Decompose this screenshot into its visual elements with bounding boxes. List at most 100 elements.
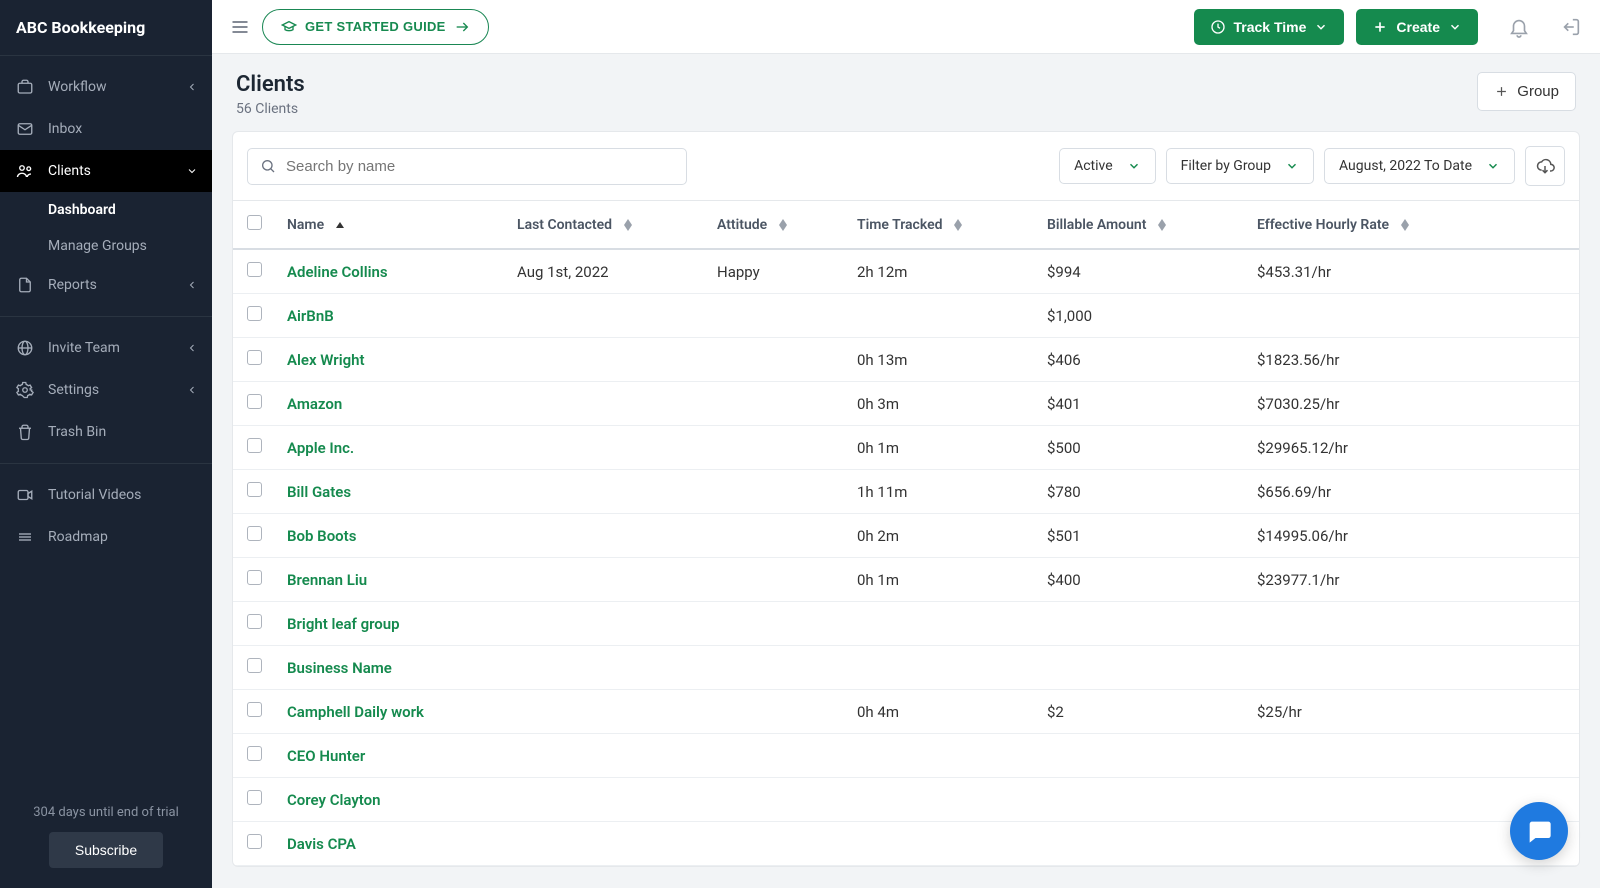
column-header-billable-amount[interactable]: Billable Amount: [1037, 201, 1247, 250]
table-row: Camphell Daily work0h 4m$2$25/hr: [233, 690, 1579, 734]
sidebar-item-roadmap[interactable]: Roadmap: [0, 516, 212, 558]
select-all-checkbox[interactable]: [247, 215, 262, 230]
cell-rate: $14995.06/hr: [1247, 514, 1579, 558]
cell-rate: [1247, 602, 1579, 646]
chat-fab[interactable]: [1510, 802, 1568, 860]
sidebar-item-invite-team[interactable]: Invite Team: [0, 327, 212, 369]
table-row: Brennan Liu0h 1m$400$23977.1/hr: [233, 558, 1579, 602]
row-checkbox[interactable]: [247, 614, 262, 629]
cell-last-contacted: [507, 734, 707, 778]
client-link[interactable]: Bob Boots: [287, 527, 356, 545]
cell-billable: $406: [1037, 338, 1247, 382]
sidebar-item-reports[interactable]: Reports: [0, 264, 212, 306]
client-link[interactable]: Amazon: [287, 395, 342, 413]
client-link[interactable]: Brennan Liu: [287, 571, 367, 589]
track-time-button[interactable]: Track Time: [1194, 9, 1345, 45]
subscribe-button[interactable]: Subscribe: [49, 832, 163, 868]
status-filter[interactable]: Active: [1059, 148, 1156, 184]
table-row: Corey Clayton: [233, 778, 1579, 822]
create-button[interactable]: Create: [1356, 9, 1478, 45]
table-row: AirBnB$1,000: [233, 294, 1579, 338]
sidebar-sub-manage-groups[interactable]: Manage Groups: [0, 228, 212, 264]
chevron-down-icon: [1448, 20, 1462, 34]
cell-attitude: [707, 778, 847, 822]
column-header-attitude[interactable]: Attitude: [707, 201, 847, 250]
table-row: Adeline CollinsAug 1st, 2022Happy2h 12m$…: [233, 249, 1579, 294]
sidebar-sub-dashboard[interactable]: Dashboard: [0, 192, 212, 228]
column-header-name[interactable]: Name: [277, 201, 507, 250]
cell-last-contacted: [507, 514, 707, 558]
mail-icon: [16, 120, 34, 138]
chevron-down-icon: [186, 165, 198, 177]
sidebar-item-clients[interactable]: Clients: [0, 150, 212, 192]
client-link[interactable]: Adeline Collins: [287, 263, 388, 281]
cell-rate: $23977.1/hr: [1247, 558, 1579, 602]
row-checkbox[interactable]: [247, 262, 262, 277]
row-checkbox[interactable]: [247, 790, 262, 805]
client-link[interactable]: Bill Gates: [287, 483, 351, 501]
row-checkbox[interactable]: [247, 306, 262, 321]
cell-attitude: [707, 558, 847, 602]
brand-title: ABC Bookkeeping: [0, 0, 212, 56]
sidebar-item-settings[interactable]: Settings: [0, 369, 212, 411]
client-link[interactable]: Davis CPA: [287, 835, 356, 853]
client-link[interactable]: CEO Hunter: [287, 747, 365, 765]
chevron-left-icon: [186, 81, 198, 93]
chevron-left-icon: [186, 279, 198, 291]
sidebar-item-label: Invite Team: [48, 340, 120, 356]
bell-icon[interactable]: [1508, 16, 1530, 38]
cell-attitude: [707, 470, 847, 514]
sidebar-item-trash-bin[interactable]: Trash Bin: [0, 411, 212, 453]
client-link[interactable]: Corey Clayton: [287, 791, 381, 809]
cell-time-tracked: 0h 1m: [847, 558, 1037, 602]
sidebar-item-label: Inbox: [48, 121, 82, 137]
column-header-time-tracked[interactable]: Time Tracked: [847, 201, 1037, 250]
column-header-last-contacted[interactable]: Last Contacted: [507, 201, 707, 250]
row-checkbox[interactable]: [247, 658, 262, 673]
briefcase-icon: [16, 78, 34, 96]
client-link[interactable]: Apple Inc.: [287, 439, 354, 457]
column-header-effective-hourly-rate[interactable]: Effective Hourly Rate: [1247, 201, 1579, 250]
cell-billable: $500: [1037, 426, 1247, 470]
logout-icon[interactable]: [1560, 16, 1582, 38]
get-started-guide-button[interactable]: GET STARTED GUIDE: [262, 9, 489, 45]
table-row: Alex Wright0h 13m$406$1823.56/hr: [233, 338, 1579, 382]
row-checkbox[interactable]: [247, 570, 262, 585]
row-checkbox[interactable]: [247, 394, 262, 409]
sidebar-item-label: Reports: [48, 277, 97, 293]
video-icon: [16, 486, 34, 504]
cell-billable: $2: [1037, 690, 1247, 734]
search-input[interactable]: [286, 158, 674, 175]
search-box[interactable]: [247, 148, 687, 185]
sidebar-item-tutorial-videos[interactable]: Tutorial Videos: [0, 474, 212, 516]
client-link[interactable]: Bright leaf group: [287, 615, 400, 633]
cell-time-tracked: 1h 11m: [847, 470, 1037, 514]
row-checkbox[interactable]: [247, 834, 262, 849]
chevron-down-icon: [1285, 159, 1299, 173]
row-checkbox[interactable]: [247, 438, 262, 453]
cloud-download-icon: [1535, 156, 1555, 176]
row-checkbox[interactable]: [247, 526, 262, 541]
export-button[interactable]: [1525, 146, 1565, 186]
trash-icon: [16, 423, 34, 441]
row-checkbox[interactable]: [247, 482, 262, 497]
row-checkbox[interactable]: [247, 702, 262, 717]
client-link[interactable]: Camphell Daily work: [287, 703, 424, 721]
cell-time-tracked: 0h 1m: [847, 426, 1037, 470]
topbar: GET STARTED GUIDE Track Time Create: [212, 0, 1600, 54]
add-group-button[interactable]: Group: [1477, 72, 1576, 111]
row-checkbox[interactable]: [247, 746, 262, 761]
globe-icon: [16, 339, 34, 357]
client-link[interactable]: Business Name: [287, 659, 392, 677]
group-filter[interactable]: Filter by Group: [1166, 148, 1314, 184]
sidebar-item-inbox[interactable]: Inbox: [0, 108, 212, 150]
cell-billable: [1037, 822, 1247, 866]
client-link[interactable]: AirBnB: [287, 307, 334, 325]
menu-icon[interactable]: [230, 17, 250, 37]
row-checkbox[interactable]: [247, 350, 262, 365]
cell-rate: $25/hr: [1247, 690, 1579, 734]
sidebar-item-workflow[interactable]: Workflow: [0, 66, 212, 108]
date-filter[interactable]: August, 2022 To Date: [1324, 148, 1515, 184]
cell-rate: $29965.12/hr: [1247, 426, 1579, 470]
client-link[interactable]: Alex Wright: [287, 351, 365, 369]
